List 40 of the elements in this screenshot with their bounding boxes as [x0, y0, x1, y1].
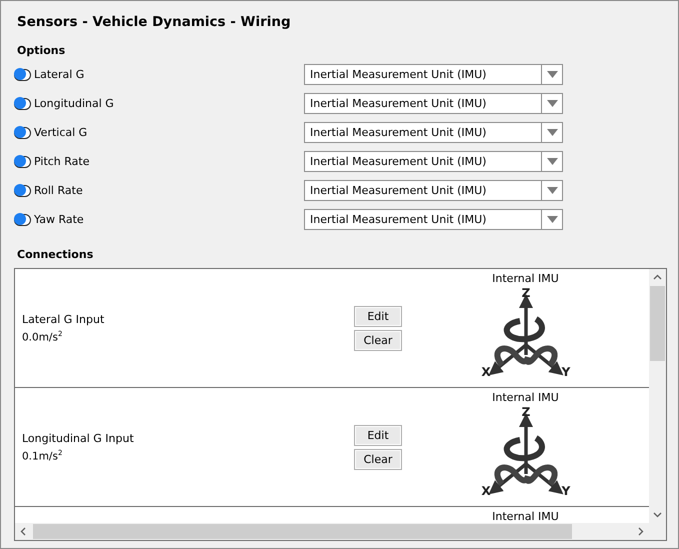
option-label: Yaw Rate [34, 213, 84, 226]
dropdown-arrow-icon [546, 71, 558, 78]
source-dropdown[interactable]: Inertial Measurement Unit (IMU) [304, 122, 563, 143]
option-label: Roll Rate [34, 184, 83, 197]
source-dropdown[interactable]: Inertial Measurement Unit (IMU) [304, 93, 563, 114]
option-label: Pitch Rate [34, 155, 90, 168]
device-title: Internal IMU [492, 391, 559, 404]
dropdown-arrow-icon [546, 129, 558, 136]
toggle-switch[interactable] [14, 126, 31, 138]
window-title: Sensors - Vehicle Dynamics - Wiring [17, 14, 292, 30]
clear-button[interactable]: Clear [354, 448, 402, 470]
option-label: Longitudinal G [34, 97, 114, 110]
edit-button[interactable]: Edit [354, 306, 402, 326]
clear-button[interactable]: Clear [354, 330, 402, 350]
input-value: 0.0m/s$^{2}$ [22, 330, 64, 344]
device-title: Internal IMU [492, 510, 559, 523]
source-dropdown[interactable]: Inertial Measurement Unit (IMU) [304, 64, 563, 85]
section-heading: Connections [17, 248, 94, 261]
dropdown-arrow-icon [546, 216, 558, 223]
toggle-switch[interactable] [14, 214, 31, 226]
toggle-switch[interactable] [14, 156, 31, 168]
toggle-switch[interactable] [14, 98, 31, 110]
axes-rotation-drawing: Z X Y [480, 287, 572, 377]
section-heading: Options [17, 44, 66, 57]
source-dropdown[interactable]: Inertial Measurement Unit (IMU) [304, 180, 563, 201]
input-name: Lateral G Input [22, 312, 106, 326]
input-value: 0.1m/s$^{2}$ [22, 448, 64, 462]
edit-button[interactable]: Edit [354, 424, 402, 446]
toggle-switch[interactable] [14, 68, 31, 80]
input-name: Longitudinal G Input [22, 432, 135, 445]
option-label: Lateral G [34, 68, 84, 81]
dropdown-arrow-icon [546, 100, 558, 107]
toggle-switch[interactable] [14, 184, 31, 196]
source-dropdown[interactable]: Inertial Measurement Unit (IMU) [304, 151, 563, 172]
dropdown-arrow-icon [546, 158, 558, 165]
option-label: Vertical G [34, 126, 88, 139]
axes-rotation-drawing: Z X Y [480, 406, 572, 496]
source-dropdown[interactable]: Inertial Measurement Unit (IMU) [304, 209, 563, 230]
device-title: Internal IMU [492, 272, 559, 285]
dropdown-arrow-icon [546, 187, 558, 194]
